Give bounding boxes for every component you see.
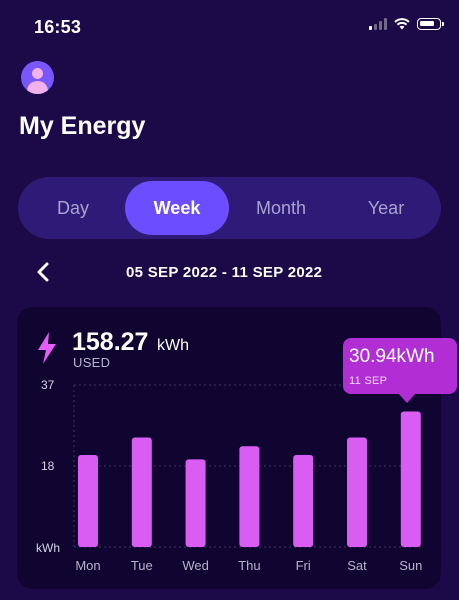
day-label-thu: Thu bbox=[238, 558, 261, 573]
bar-thu[interactable] bbox=[239, 446, 260, 547]
tooltip-arrow bbox=[398, 393, 416, 403]
day-label-sun: Sun bbox=[399, 558, 423, 573]
bar-wed[interactable] bbox=[185, 459, 206, 547]
selected-bar-tooltip: 30.94kWh 11 SEP bbox=[343, 338, 457, 394]
bar-sat[interactable] bbox=[347, 437, 367, 547]
day-label-tue: Tue bbox=[130, 558, 153, 573]
tooltip-value: 30.94kWh bbox=[349, 346, 435, 367]
tooltip-date: 11 SEP bbox=[349, 375, 388, 387]
day-label-sat: Sat bbox=[347, 558, 367, 573]
bar-mon[interactable] bbox=[78, 455, 98, 547]
bar-fri[interactable] bbox=[293, 455, 314, 547]
day-label-mon: Mon bbox=[75, 558, 101, 573]
bar-tue[interactable] bbox=[131, 437, 152, 547]
day-label-wed: Wed bbox=[182, 558, 209, 573]
weekly-bar-chart bbox=[73, 352, 422, 548]
bar-sun[interactable] bbox=[400, 411, 421, 547]
day-label-fri: Fri bbox=[295, 558, 311, 573]
